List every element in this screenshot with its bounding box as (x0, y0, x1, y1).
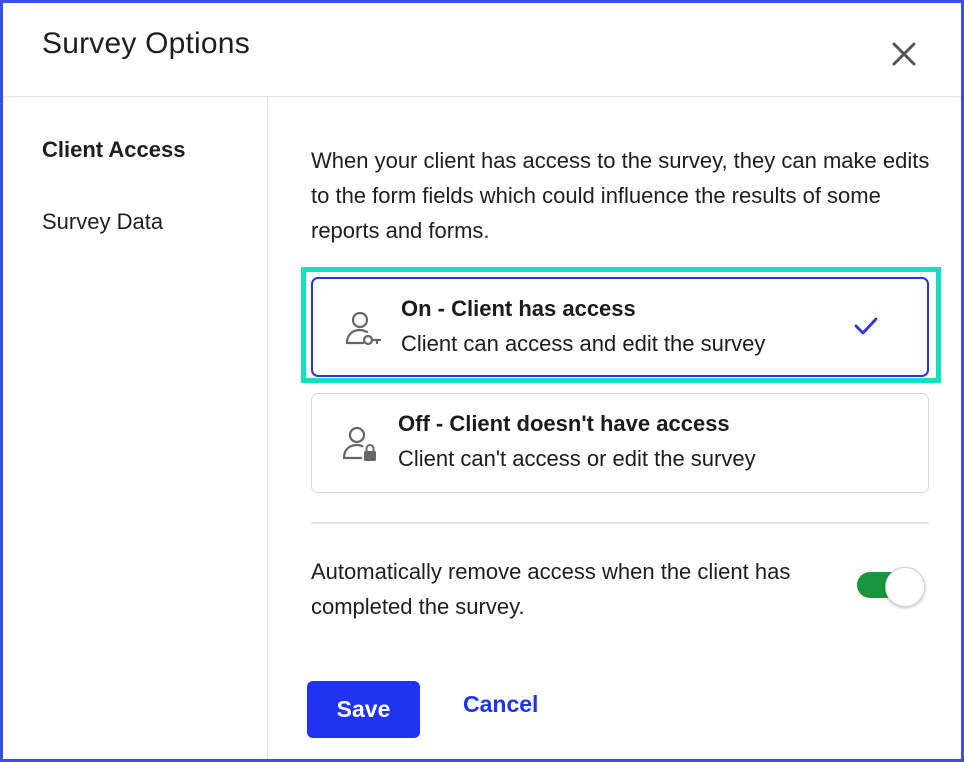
cancel-button[interactable]: Cancel (463, 691, 538, 718)
sidebar: Client Access Survey Data (3, 97, 268, 759)
client-access-panel: When your client has access to the surve… (269, 97, 961, 759)
access-description: When your client has access to the surve… (311, 148, 930, 243)
survey-options-dialog: Survey Options Client Access Survey Data… (0, 0, 964, 762)
option-subtitle: Client can't access or edit the survey (398, 446, 756, 471)
auto-remove-label: Automatically remove access when the cli… (311, 559, 791, 619)
close-icon[interactable] (887, 37, 921, 71)
save-button[interactable]: Save (307, 681, 420, 738)
option-title: Off - Client doesn't have access (398, 411, 730, 436)
option-subtitle: Client can access and edit the survey (401, 331, 766, 356)
option-client-no-access[interactable]: Off - Client doesn't have access Client … (311, 393, 929, 493)
toggle-knob (885, 567, 925, 607)
user-lock-icon (340, 424, 380, 464)
sidebar-item-client-access[interactable]: Client Access (42, 137, 185, 163)
user-key-icon (343, 309, 383, 349)
option-client-has-access[interactable]: On - Client has access Client can access… (311, 277, 929, 377)
dialog-title: Survey Options (42, 27, 250, 60)
option-title: On - Client has access (401, 296, 636, 321)
checkmark-icon (853, 315, 879, 337)
sidebar-item-survey-data[interactable]: Survey Data (42, 209, 163, 235)
dialog-header: Survey Options (3, 3, 961, 97)
divider (311, 522, 929, 524)
auto-remove-toggle[interactable] (855, 567, 929, 607)
